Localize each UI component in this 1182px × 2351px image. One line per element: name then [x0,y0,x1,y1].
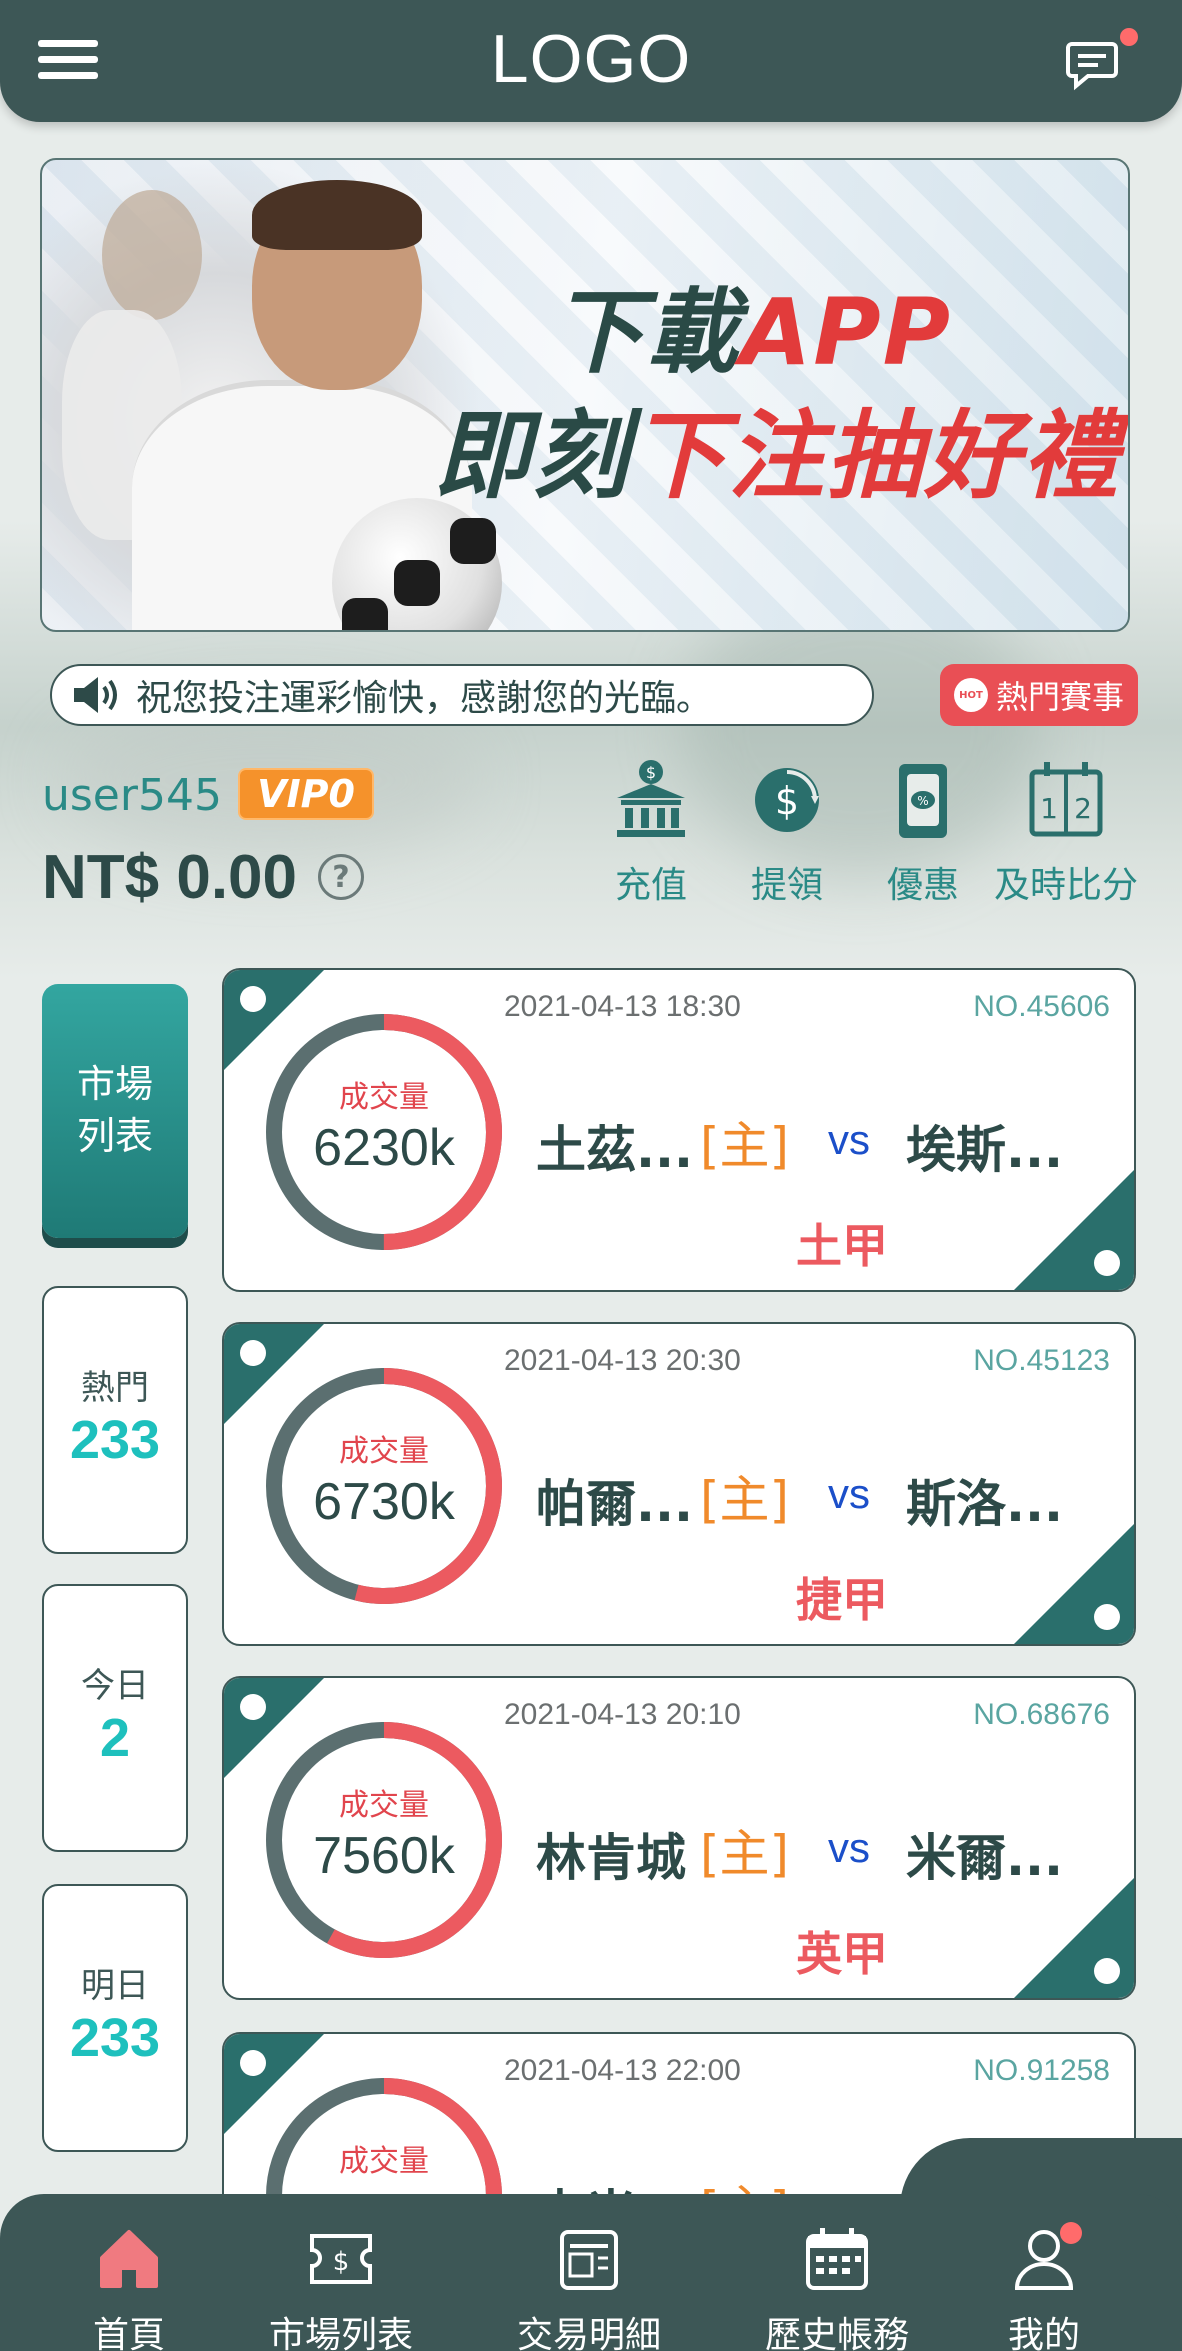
match-number: NO.45606 [973,990,1110,1023]
match-card[interactable]: 2021-04-13 20:30 NO.45123 成交量 6730k 帕爾..… [222,1322,1136,1646]
away-team: 埃斯... [906,1121,1063,1179]
match-time: 2021-04-13 20:10 [504,1698,741,1731]
vs-label: vs [828,1116,870,1163]
receipt-icon [560,2230,618,2290]
league-name: 英甲 [796,1927,888,1981]
vip-badge[interactable]: VIP0 [238,768,374,820]
volume-label: 成交量 [339,1434,429,1469]
home-tag: [主] [700,1471,790,1529]
vs-label: vs [828,1824,870,1871]
quick-actions: $ 充值 $ 提領 % 優惠 1 2 及時比分 [600,758,1160,908]
svg-text:2: 2 [1074,792,1092,825]
account-balance: NT$ 0.00 [42,843,298,912]
account-notification-dot [1060,2222,1082,2244]
svg-text:1: 1 [1040,792,1058,825]
filter-today[interactable]: 今日 2 [42,1584,188,1852]
deposit-button[interactable]: $ 充值 [600,758,702,908]
bottom-navigation: 首頁 $ 市場列表 交易明細 歷史帳務 我的 [0,2194,1182,2351]
league-name: 土甲 [796,1219,888,1273]
match-card[interactable]: 2021-04-13 18:30 NO.45606 成交量 6230k 土茲..… [222,968,1136,1292]
hot-events-label: 熱門賽事 [996,678,1125,716]
away-team: 米爾... [906,1829,1063,1887]
away-team: 斯洛... [906,1475,1063,1533]
scoreboard-icon: 1 2 [1029,762,1103,837]
ticket-dollar-icon: $ [310,2234,372,2284]
league-name: 捷甲 [796,1573,888,1627]
volume-value: 6730k [313,1473,455,1531]
promotions-button[interactable]: % 優惠 [872,758,974,908]
match-time: 2021-04-13 22:00 [504,2054,741,2087]
live-score-button[interactable]: 1 2 及時比分 [986,758,1146,908]
bank-dollar-icon: $ [617,760,685,837]
home-team: 土茲... [536,1121,693,1179]
home-icon [100,2230,158,2288]
filter-today-count: 2 [99,1708,131,1768]
speaker-icon [74,677,117,713]
filter-market-list[interactable]: 市場 列表 [42,984,188,1238]
home-team: 帕爾... [536,1475,693,1533]
app-logo: LOGO [490,21,692,97]
banner-headline-1: 下載APP [552,279,953,386]
match-time: 2021-04-13 20:30 [504,1344,741,1377]
calendar-icon [806,2228,868,2290]
home-team: 林肯城 [536,1829,686,1887]
match-time: 2021-04-13 18:30 [504,990,741,1023]
coupon-icon: % [899,764,947,838]
home-tag: [主] [700,1117,790,1175]
nav-transactions[interactable]: 交易明細 [504,2224,674,2351]
home-tag: [主] [700,1825,790,1883]
vs-label: vs [828,1470,870,1517]
banner-headline-2: 即刻下注抽好禮 [434,400,1120,512]
volume-value: 6230k [313,1119,455,1177]
notification-dot [1120,28,1138,46]
volume-label: 成交量 [339,2144,429,2179]
question-circle-icon[interactable]: ? [318,854,364,900]
filter-hot-count: 233 [69,1410,161,1470]
svg-text:$: $ [775,779,799,823]
nav-market-list[interactable]: $ 市場列表 [256,2224,426,2351]
svg-text:$: $ [646,763,656,782]
filter-hot[interactable]: 熱門 233 [42,1286,188,1554]
username: user545 [42,770,222,821]
volume-label: 成交量 [339,1788,429,1823]
announcement-marquee[interactable]: 祝您投注運彩愉快，感謝您的光臨。 [50,664,874,726]
filter-tomorrow-count: 233 [69,2008,161,2068]
volume-label: 成交量 [339,1080,429,1115]
nav-history[interactable]: 歷史帳務 [752,2224,922,2351]
match-number: NO.68676 [973,1698,1110,1731]
withdraw-button[interactable]: $ 提領 [736,758,838,908]
svg-text:%: % [917,794,928,808]
hot-events-button[interactable]: HOT 熱門賽事 [940,664,1138,726]
promo-banner[interactable]: 下載APP 即刻下注抽好禮 [40,158,1130,632]
dollar-cycle-icon: $ [755,768,819,832]
chat-bubble-icon[interactable] [1064,36,1120,92]
top-header: LOGO [0,0,1182,122]
match-card[interactable]: 2021-04-13 20:10 NO.68676 成交量 7560k 林肯城 … [222,1676,1136,2000]
filter-tomorrow[interactable]: 明日 233 [42,1884,188,2152]
announcement-text: 祝您投注運彩愉快，感謝您的光臨。 [136,678,713,719]
match-number: NO.91258 [973,2054,1110,2087]
match-number: NO.45123 [973,1344,1110,1377]
nav-my-account[interactable]: 我的 [994,2224,1094,2351]
nav-home[interactable]: 首頁 [74,2224,184,2351]
svg-text:$: $ [333,2247,350,2277]
flame-hot-icon: HOT [954,678,988,712]
volume-value: 7560k [313,1827,455,1885]
